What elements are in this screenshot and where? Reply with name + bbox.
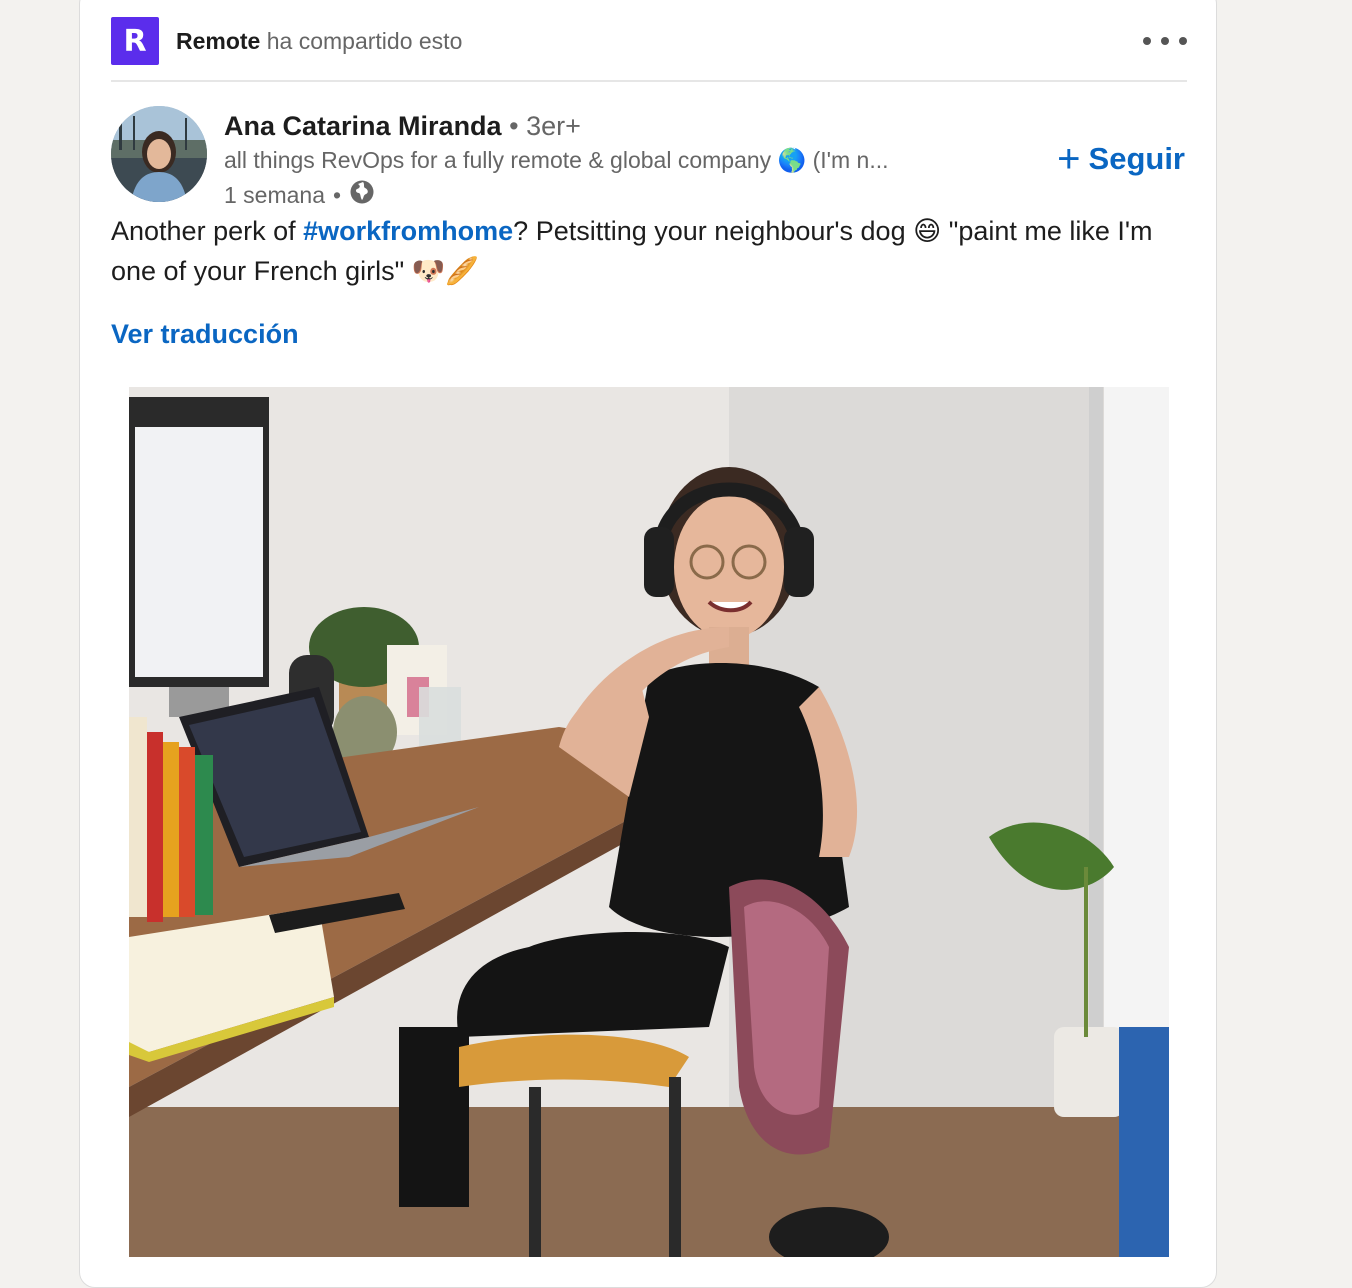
- author-headline: all things RevOps for a fully remote & g…: [224, 147, 889, 173]
- connection-degree: 3er+: [526, 111, 581, 141]
- author-name[interactable]: Ana Catarina Miranda: [224, 111, 502, 141]
- follow-label: Seguir: [1088, 141, 1185, 176]
- globe-icon: [349, 179, 375, 211]
- header-divider: [111, 80, 1187, 82]
- follow-button[interactable]: + Seguir: [1057, 139, 1185, 179]
- dot-separator: •: [509, 111, 527, 141]
- author-avatar[interactable]: [111, 106, 207, 202]
- post-time: 1 semana: [224, 181, 326, 208]
- dot-separator: •: [333, 181, 342, 208]
- post-meta: 1 semana •: [224, 179, 375, 211]
- shared-by-header: R Remote ha compartido esto: [111, 17, 1187, 65]
- see-translation-link[interactable]: Ver traducción: [111, 319, 299, 350]
- avatar-photo: [111, 106, 207, 202]
- plus-icon: +: [1057, 137, 1081, 181]
- more-dot-icon: [1179, 37, 1187, 45]
- remote-logo-letter: R: [123, 23, 147, 59]
- post-image[interactable]: [129, 387, 1169, 1257]
- post-body: Another perk of #workfromhome? Petsittin…: [111, 211, 1191, 291]
- feed-post-card: R Remote ha compartido esto Ana Catarina…: [79, 0, 1217, 1288]
- more-dot-icon: [1143, 37, 1151, 45]
- post-photo-illustration: [129, 387, 1169, 1257]
- more-dot-icon: [1161, 37, 1169, 45]
- hashtag-link[interactable]: #workfromhome: [303, 216, 513, 246]
- shared-by-company[interactable]: Remote: [176, 28, 260, 54]
- shared-by-label: ha compartido esto: [266, 27, 463, 54]
- more-options-button[interactable]: [1143, 25, 1187, 57]
- remote-logo[interactable]: R: [111, 17, 159, 65]
- post-text-before: Another perk of: [111, 216, 304, 246]
- shared-by-text: Remote ha compartido esto: [176, 28, 462, 55]
- author-name-line: Ana Catarina Miranda • 3er+: [224, 111, 581, 142]
